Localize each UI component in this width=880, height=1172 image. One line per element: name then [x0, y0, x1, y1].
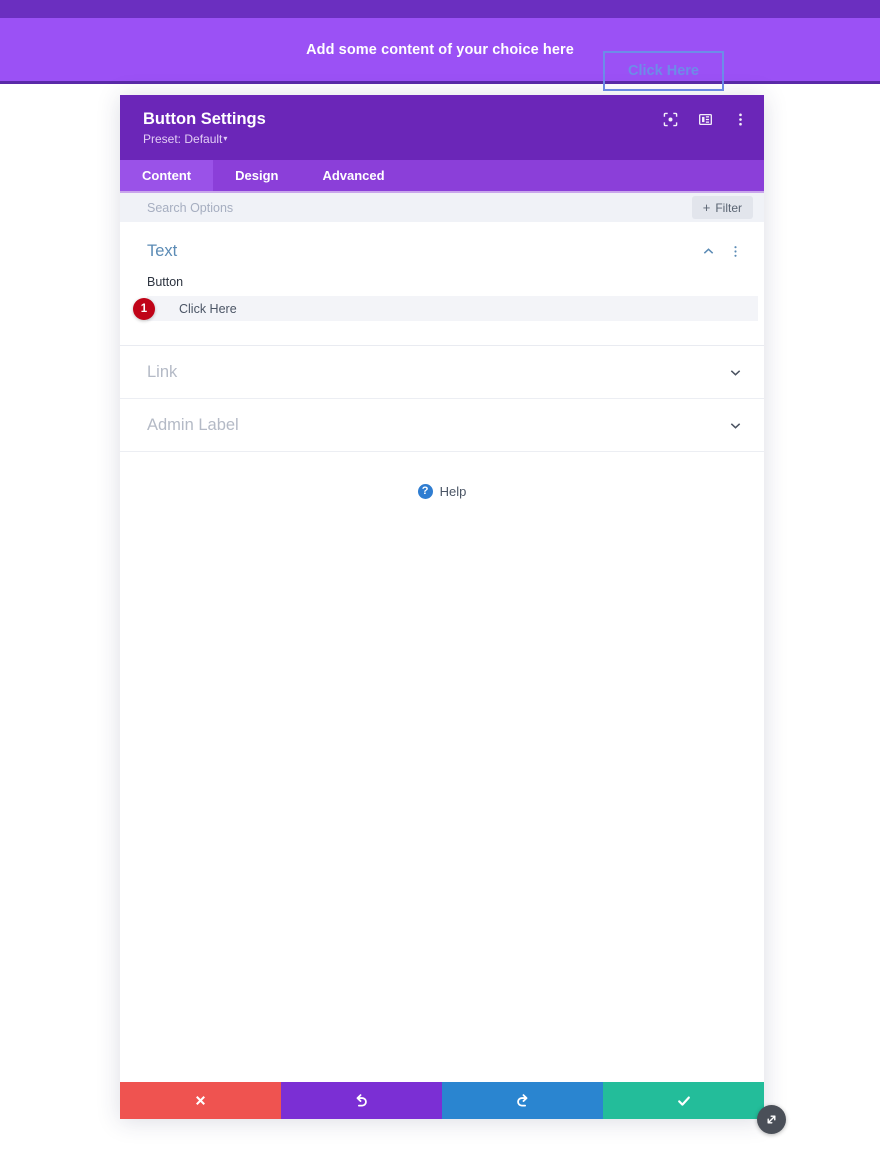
- save-button[interactable]: [603, 1082, 764, 1119]
- search-options-bar: + Filter: [120, 193, 764, 222]
- tab-content[interactable]: Content: [120, 160, 214, 191]
- chevron-up-icon[interactable]: [702, 245, 715, 258]
- modal-header-icons: [662, 111, 748, 127]
- chevron-down-icon: ▾: [223, 134, 228, 143]
- field-button-label: Button: [147, 275, 184, 289]
- plus-icon: +: [702, 200, 711, 215]
- section-link[interactable]: Link: [120, 346, 764, 399]
- section-admin-label[interactable]: Admin Label: [120, 399, 764, 452]
- resize-handle[interactable]: [757, 1105, 786, 1134]
- modal-header: Button Settings Preset: Default▾: [120, 95, 764, 160]
- cancel-button[interactable]: [120, 1082, 281, 1119]
- filter-button-label: Filter: [715, 200, 742, 215]
- preset-label: Preset: Default: [143, 132, 223, 146]
- filter-button[interactable]: + Filter: [691, 196, 753, 219]
- more-vertical-icon[interactable]: [732, 111, 748, 127]
- site-banner-text: Add some content of your choice here: [306, 41, 574, 58]
- modal-tab-bar: Content Design Advanced: [120, 160, 764, 193]
- site-banner: Add some content of your choice here Cli…: [0, 18, 880, 91]
- section-admin-label-title: Admin Label: [147, 415, 239, 434]
- question-mark-icon: ?: [417, 484, 433, 499]
- preset-selector[interactable]: Preset: Default▾: [143, 132, 227, 146]
- redo-button[interactable]: [442, 1082, 603, 1119]
- section-text-title: Text: [147, 242, 178, 260]
- focus-icon[interactable]: [662, 111, 678, 127]
- tab-advanced[interactable]: Advanced: [300, 160, 406, 191]
- modal-title: Button Settings: [143, 110, 266, 128]
- layout-columns-icon[interactable]: [697, 111, 713, 127]
- button-text-input[interactable]: [147, 296, 758, 321]
- chevron-down-icon[interactable]: [729, 366, 742, 379]
- section-more-vertical-icon[interactable]: [729, 245, 742, 258]
- section-text: Text Button 1 Click Here: [120, 222, 764, 346]
- field-button-input-wrap: 1: [133, 296, 758, 321]
- step-badge-1: 1: [133, 298, 155, 320]
- site-banner-top-strip: [0, 0, 880, 18]
- modal-footer: [120, 1082, 786, 1134]
- field-button-text: Button 1: [120, 275, 764, 345]
- button-settings-modal: Button Settings Preset: Default▾ Content…: [120, 95, 786, 1134]
- search-options-input[interactable]: [147, 200, 692, 215]
- tab-design[interactable]: Design: [213, 160, 300, 191]
- section-text-header[interactable]: Text: [120, 222, 764, 275]
- modal-body: Text Button 1 Click Here Link Admin Labe…: [120, 222, 764, 1082]
- help-label: Help: [439, 484, 467, 499]
- undo-button[interactable]: [281, 1082, 442, 1119]
- section-link-title: Link: [147, 362, 178, 381]
- section-text-icons: [702, 245, 742, 258]
- help-link[interactable]: ? Help: [120, 452, 764, 499]
- chevron-down-icon[interactable]: [729, 419, 742, 432]
- site-banner-cta-button[interactable]: Click Here: [603, 51, 724, 91]
